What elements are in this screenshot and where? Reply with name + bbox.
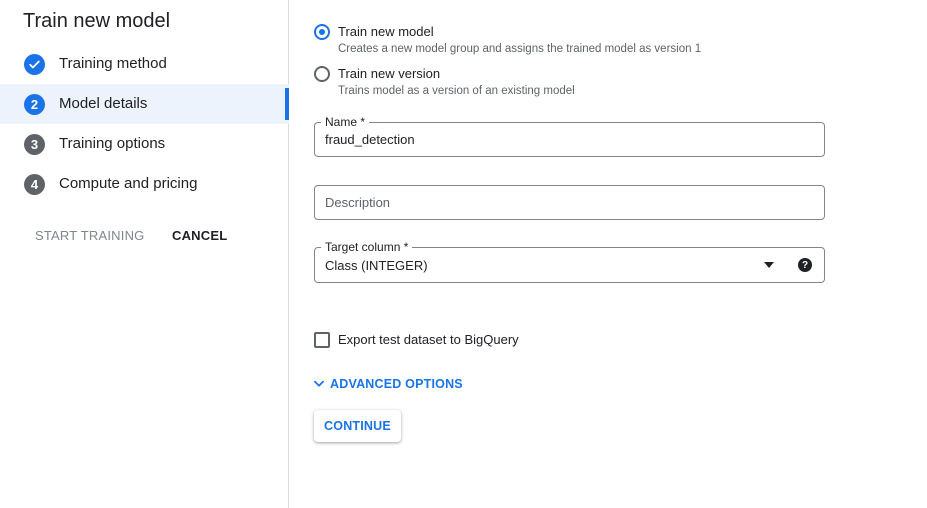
step-label: Training method	[59, 55, 167, 72]
help-icon[interactable]: ?	[798, 258, 812, 272]
chevron-down-icon	[314, 380, 324, 387]
step-label: Model details	[59, 95, 148, 112]
step-compute-and-pricing[interactable]: 4 Compute and pricing	[0, 164, 289, 204]
model-details-form: Train new model Creates a new model grou…	[290, 0, 927, 508]
step-training-options[interactable]: 3 Training options	[0, 124, 289, 164]
step-training-method[interactable]: Training method	[0, 44, 289, 84]
radio-button[interactable]	[314, 66, 330, 82]
description-placeholder: Description	[325, 195, 391, 210]
radio-label: Train new model	[338, 24, 434, 39]
target-column-select[interactable]: Target column * Class (INTEGER) ?	[314, 240, 825, 283]
page-title: Train new model	[23, 10, 171, 32]
step-label: Compute and pricing	[59, 175, 198, 192]
advanced-options-toggle[interactable]: ADVANCED OPTIONS	[312, 377, 463, 391]
dropdown-arrow-icon[interactable]	[764, 262, 774, 268]
check-icon	[24, 54, 45, 75]
start-training-button[interactable]: START TRAINING	[35, 228, 144, 243]
target-column-value: Class (INTEGER)	[325, 258, 428, 273]
radio-label: Train new version	[338, 66, 441, 81]
radio-button-selected[interactable]	[314, 24, 330, 40]
target-column-label: Target column *	[321, 240, 413, 254]
step-number-badge: 3	[24, 134, 45, 155]
step-label: Training options	[59, 135, 166, 152]
name-field[interactable]: Name * fraud_detection	[314, 115, 825, 157]
radio-description: Creates a new model group and assigns th…	[338, 43, 702, 55]
cancel-button[interactable]: CANCEL	[172, 228, 227, 243]
radio-description: Trains model as a version of an existing…	[338, 85, 575, 97]
step-number-badge: 4	[24, 174, 45, 195]
description-field[interactable]: Description	[314, 185, 825, 220]
continue-button[interactable]: CONTINUE	[314, 410, 401, 442]
name-field-label: Name *	[321, 115, 370, 129]
export-checkbox[interactable]	[314, 332, 330, 348]
step-number-badge: 2	[24, 94, 45, 115]
name-field-value[interactable]: fraud_detection	[325, 132, 415, 147]
advanced-options-label: ADVANCED OPTIONS	[330, 377, 463, 391]
checkbox-label: Export test dataset to BigQuery	[338, 332, 519, 347]
step-model-details[interactable]: 2 Model details	[0, 84, 289, 124]
stepper-sidebar: Train new model Training method 2 Model …	[0, 0, 289, 508]
